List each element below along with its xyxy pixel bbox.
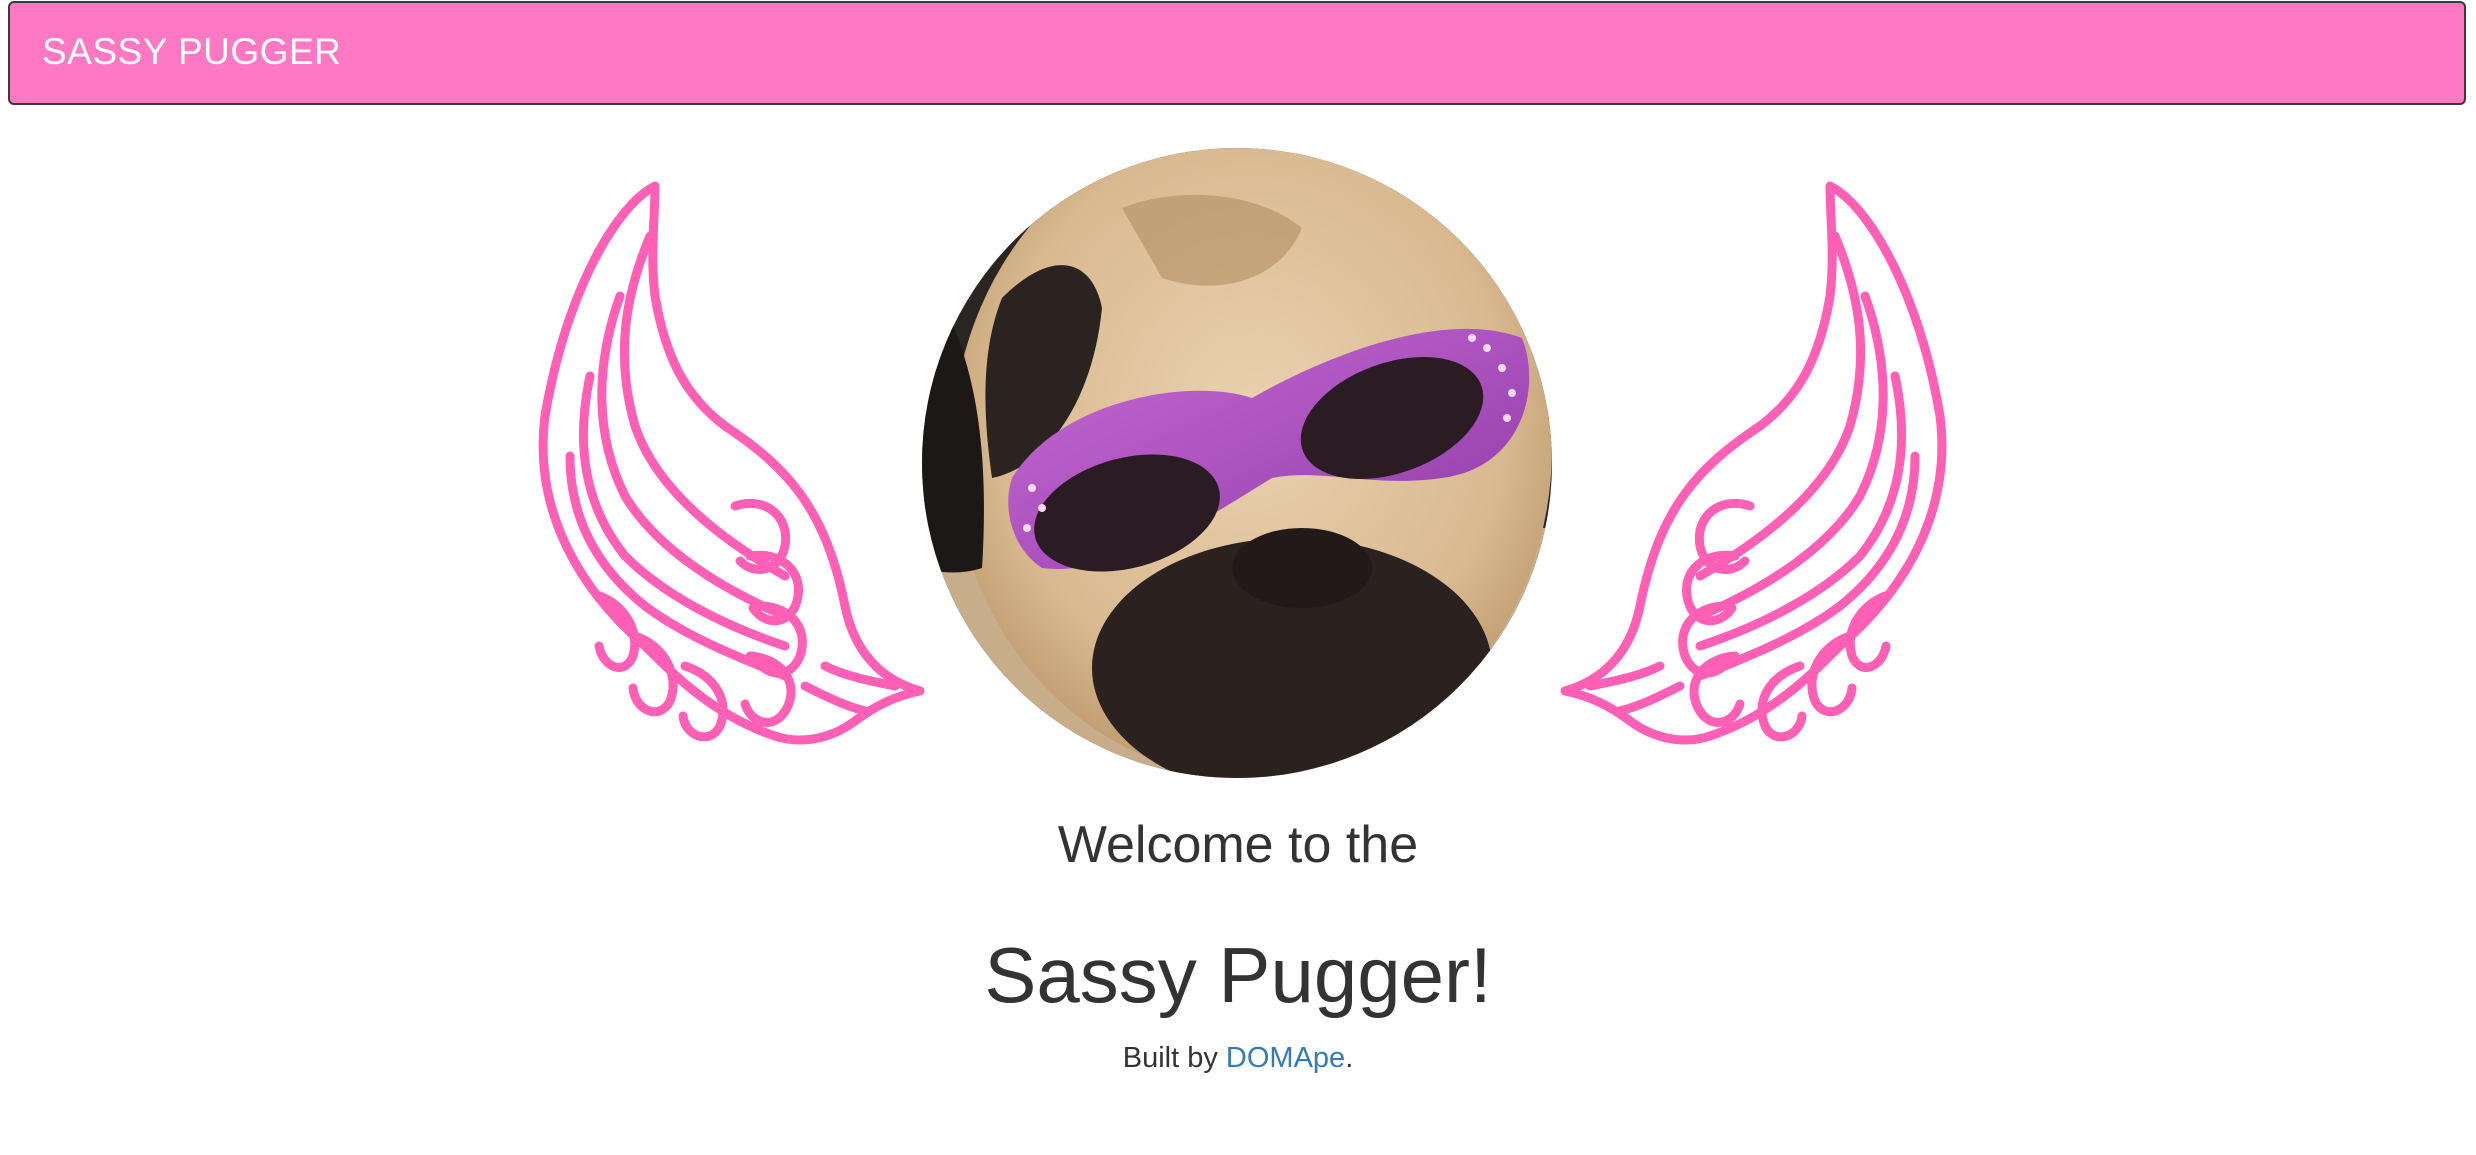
domape-link[interactable]: DOMApe xyxy=(1226,1042,1345,1074)
left-angel-wing-icon xyxy=(538,181,925,745)
page-title: Sassy Pugger! xyxy=(984,931,1492,1019)
welcome-subheading: Welcome to the xyxy=(1057,816,1419,874)
hero-section: Welcome to the Sassy Pugger! Built by DO… xyxy=(0,0,2476,1155)
footer-prefix: Built by xyxy=(1122,1042,1226,1074)
right-angel-wing-icon xyxy=(1560,181,1947,745)
pug-photo-icon xyxy=(922,148,1552,778)
footer-suffix: . xyxy=(1345,1042,1354,1074)
pug-avatar-image xyxy=(922,148,1552,778)
footer-credit: Built by DOMApe. xyxy=(0,1042,2476,1075)
